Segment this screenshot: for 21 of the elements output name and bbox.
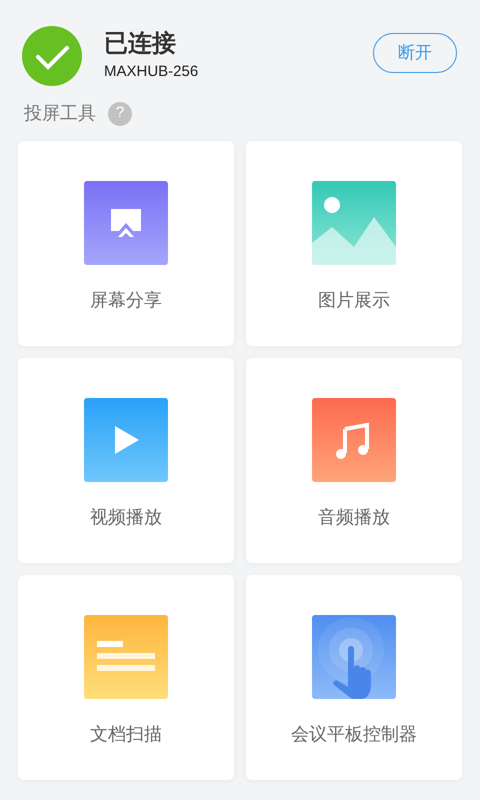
connection-status: 已连接 xyxy=(104,28,177,59)
tool-label: 音频播放 xyxy=(318,506,390,529)
picture-icon xyxy=(312,181,396,265)
tool-card[interactable]: 图片展示 xyxy=(246,141,462,346)
play-icon xyxy=(84,398,168,482)
screen-share-icon xyxy=(84,181,168,265)
device-name: MAXHUB-256 xyxy=(104,62,198,82)
section-title: 投屏工具 xyxy=(24,102,96,125)
tool-label: 视频播放 xyxy=(90,506,162,529)
document-icon xyxy=(84,615,168,699)
tool-label: 图片展示 xyxy=(318,289,390,312)
tool-label: 屏幕分享 xyxy=(90,289,162,312)
tool-card[interactable]: 音频播放 xyxy=(246,358,462,563)
tool-label: 会议平板控制器 xyxy=(291,723,417,746)
tool-card[interactable]: 文档扫描 xyxy=(18,575,234,780)
tool-card[interactable]: 屏幕分享 xyxy=(18,141,234,346)
tool-label: 文档扫描 xyxy=(90,723,162,746)
pointing-hand-icon xyxy=(312,615,396,699)
tool-card[interactable]: 会议平板控制器 xyxy=(246,575,462,780)
tool-card[interactable]: 视频播放 xyxy=(18,358,234,563)
music-note-icon xyxy=(312,398,396,482)
